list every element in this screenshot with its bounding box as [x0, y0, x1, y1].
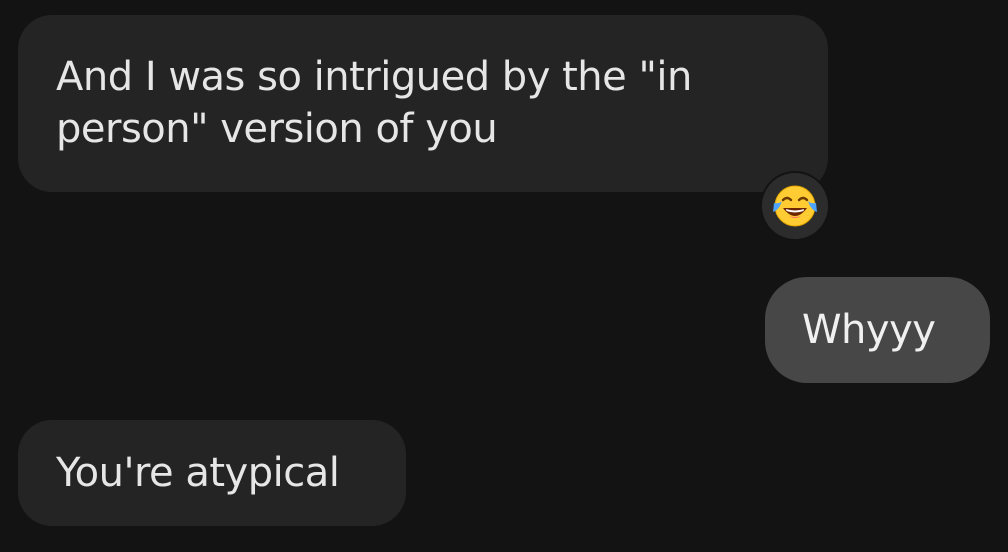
incoming-message-bubble[interactable]: And I was so intrigued by the "in person…	[18, 15, 828, 192]
message-reaction[interactable]	[762, 173, 828, 239]
outgoing-message-bubble[interactable]: Whyyy	[765, 277, 990, 383]
message-text: And I was so intrigued by the "in person…	[56, 54, 692, 152]
message-text: Whyyy	[802, 307, 936, 353]
face-with-tears-of-joy-icon	[773, 185, 817, 227]
message-text: You're atypical	[56, 450, 340, 496]
incoming-message-bubble[interactable]: You're atypical	[18, 420, 406, 526]
